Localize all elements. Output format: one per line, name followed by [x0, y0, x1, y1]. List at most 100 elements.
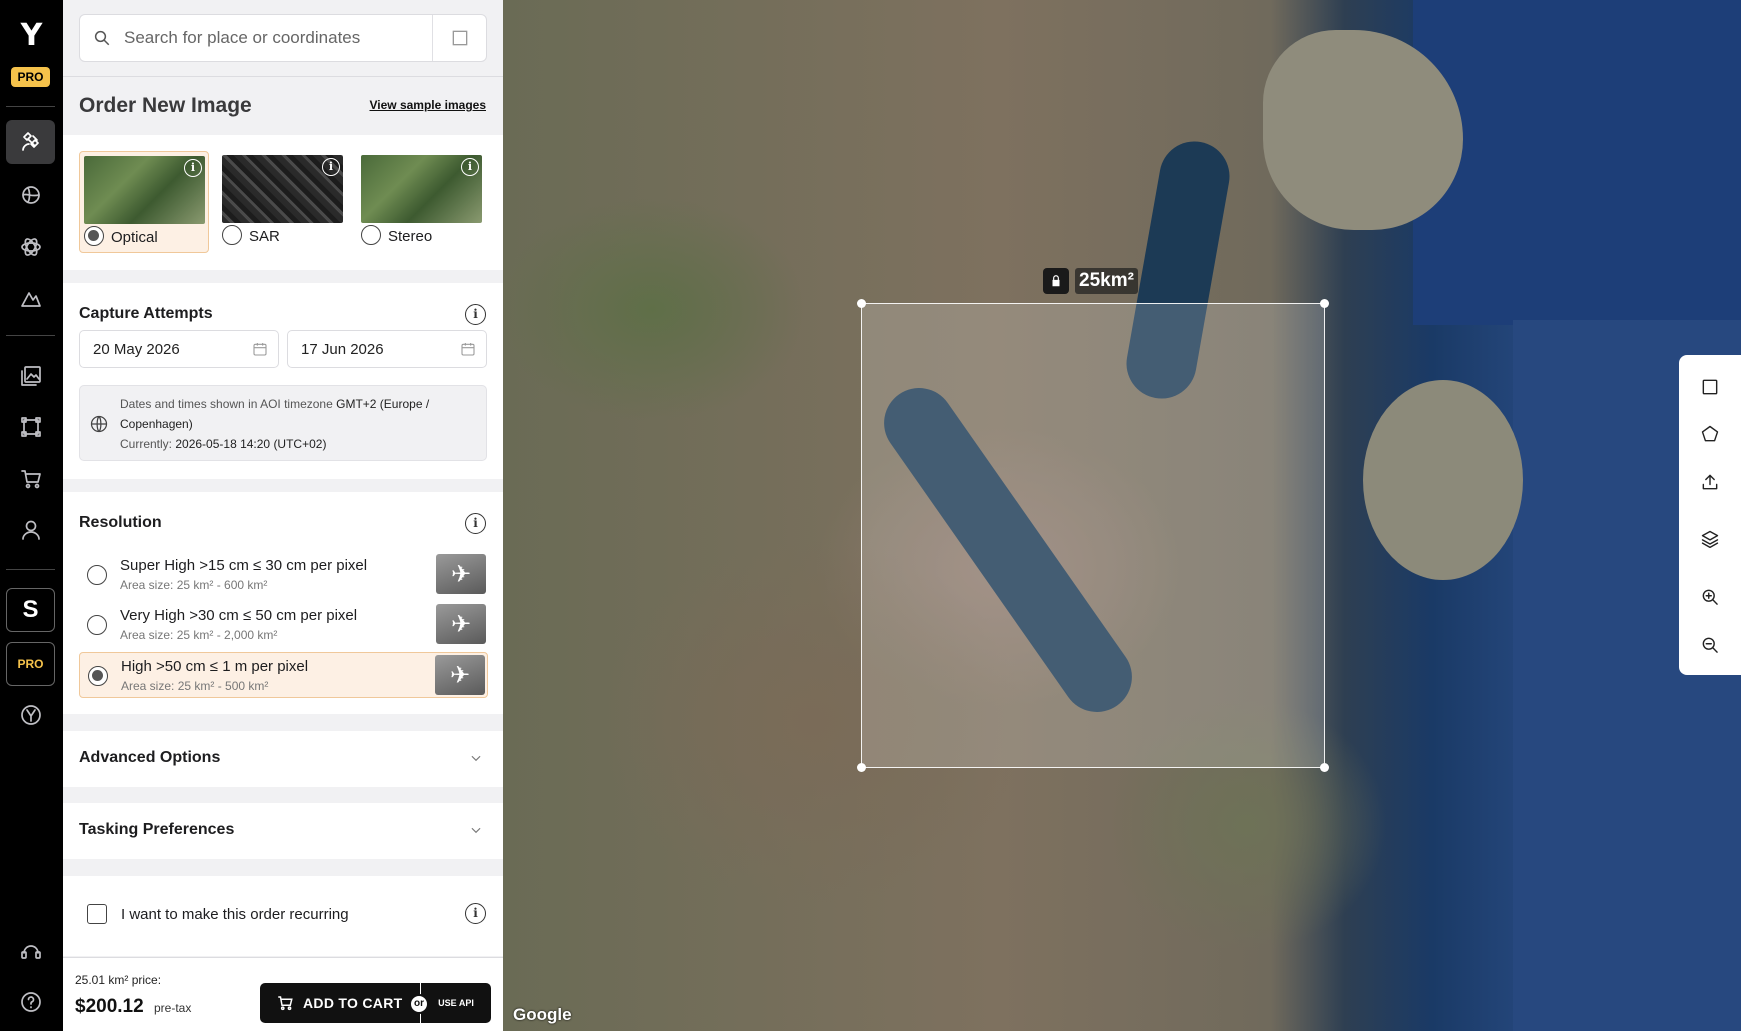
cart-icon	[20, 470, 41, 489]
info-icon[interactable]: i	[465, 304, 486, 325]
upload-aoi-button[interactable]	[1693, 465, 1727, 499]
calendar-icon	[252, 341, 268, 357]
section-title: Resolution	[79, 514, 162, 531]
image-type-label: SAR	[249, 228, 280, 245]
use-api-button[interactable]: USE API	[421, 983, 491, 1023]
draw-aoi-button[interactable]	[432, 15, 486, 61]
zoom-out-icon	[1702, 637, 1718, 653]
image-type-section: i Optical i SAR i Stereo	[63, 135, 503, 270]
info-icon[interactable]: i	[465, 903, 486, 924]
bbox-icon	[452, 30, 467, 46]
start-date-value: 20 May 2026	[93, 341, 180, 358]
rail-account[interactable]	[6, 508, 55, 552]
help-icon	[20, 992, 41, 1012]
rail-s-button[interactable]: S	[6, 588, 55, 632]
gallery-icon	[20, 366, 41, 386]
info-icon[interactable]: i	[322, 158, 340, 176]
rail-brand[interactable]	[6, 693, 55, 737]
rail-aois[interactable]	[6, 405, 55, 449]
rail-divider	[6, 106, 55, 107]
support-icon	[20, 945, 41, 959]
rail-gallery[interactable]	[6, 354, 55, 398]
resolution-option-very-high[interactable]: Very High >30 cm ≤ 50 cm per pixel Area …	[79, 602, 488, 648]
resolution-area: Area size: 25 km² - 2,000 km²	[120, 628, 278, 642]
aoi-handle[interactable]	[857, 299, 866, 308]
info-icon[interactable]: i	[461, 158, 479, 176]
timezone-note: Dates and times shown in AOI timezone GM…	[79, 385, 487, 461]
search-input[interactable]	[124, 28, 432, 48]
chevron-down-icon	[469, 751, 483, 765]
rail-analytics[interactable]	[6, 225, 55, 269]
optical-thumbnail: i	[84, 156, 205, 224]
zoom-in-button[interactable]	[1693, 580, 1727, 614]
upload-icon	[1702, 474, 1718, 490]
rail-explore[interactable]	[6, 173, 55, 217]
zoom-in-icon	[1702, 589, 1718, 605]
rail-divider	[6, 569, 55, 570]
end-date-value: 17 Jun 2026	[301, 341, 384, 358]
info-icon[interactable]: i	[465, 513, 486, 534]
rail-support[interactable]	[6, 929, 55, 973]
search-icon	[80, 29, 124, 47]
tasking-preferences-accordion[interactable]: Tasking Preferences	[63, 803, 503, 859]
chevron-down-icon	[469, 823, 483, 837]
resolution-radio[interactable]	[87, 565, 107, 585]
image-type-label: Stereo	[388, 228, 433, 245]
zoom-out-button[interactable]	[1693, 628, 1727, 662]
lock-icon[interactable]	[1043, 268, 1069, 294]
info-icon[interactable]: i	[184, 159, 202, 177]
aoi-rectangle[interactable]	[857, 299, 1329, 772]
rail-order-satellite[interactable]	[6, 120, 55, 164]
airplane-icon: ✈	[436, 554, 486, 594]
nav-rail: Y PRO S PRO	[0, 0, 63, 1031]
sar-radio[interactable]	[222, 225, 242, 245]
map-attribution: Google	[513, 1005, 572, 1024]
rail-terrain[interactable]	[6, 276, 55, 320]
draw-polygon-button[interactable]	[1693, 417, 1727, 451]
end-date-field[interactable]: 17 Jun 2026	[287, 330, 487, 368]
airplane-icon: ✈	[436, 604, 486, 644]
rail-pro-button[interactable]: PRO	[6, 642, 55, 686]
start-date-field[interactable]: 20 May 2026	[79, 330, 279, 368]
aoi-handle[interactable]	[1320, 299, 1329, 308]
add-to-cart-label: ADD TO CART	[303, 995, 403, 1011]
aoi-frame-icon	[20, 417, 41, 437]
image-type-label: Optical	[111, 229, 158, 246]
rail-cart[interactable]	[6, 457, 55, 501]
price-label: 25.01 km² price:	[75, 973, 162, 987]
aoi-handle[interactable]	[857, 763, 866, 772]
rectangle-icon	[1702, 379, 1718, 395]
recurring-checkbox[interactable]	[87, 904, 107, 924]
resolution-section: Resolution i Super High >15 cm ≤ 30 cm p…	[63, 492, 503, 714]
resolution-option-super-high[interactable]: Super High >15 cm ≤ 30 cm per pixel Area…	[79, 552, 488, 598]
land-area	[1363, 380, 1523, 580]
polygon-icon	[1701, 425, 1719, 442]
tax-note: pre-tax	[154, 1001, 192, 1015]
atom-icon	[20, 238, 41, 256]
globe-icon	[89, 414, 109, 434]
advanced-options-accordion[interactable]: Advanced Options	[63, 731, 503, 787]
rail-help[interactable]	[6, 980, 55, 1024]
resolution-radio[interactable]	[87, 615, 107, 635]
view-sample-images-link[interactable]: View sample images	[369, 98, 486, 112]
user-icon	[21, 520, 40, 540]
resolution-name: Very High >30 cm ≤ 50 cm per pixel	[120, 607, 358, 624]
optical-radio[interactable]	[84, 226, 104, 246]
satellite-map[interactable]: 25km² Google	[503, 0, 1741, 1031]
draw-rectangle-button[interactable]	[1693, 370, 1727, 404]
add-to-cart-button[interactable]: ADD TO CART	[260, 983, 420, 1023]
resolution-radio[interactable]	[88, 666, 108, 686]
image-type-optical[interactable]: i Optical	[79, 151, 209, 253]
divider	[63, 76, 503, 77]
or-badge: or	[409, 994, 429, 1014]
resolution-option-high[interactable]: High >50 cm ≤ 1 m per pixel Area size: 2…	[79, 652, 488, 698]
logo: Y	[20, 18, 43, 53]
stereo-radio[interactable]	[361, 225, 381, 245]
image-type-stereo[interactable]: i Stereo	[357, 151, 487, 253]
section-title: Capture Attempts	[79, 305, 213, 322]
rail-divider	[6, 335, 55, 336]
image-type-sar[interactable]: i SAR	[218, 151, 348, 253]
order-footer: 25.01 km² price: $200.12 pre-tax ADD TO …	[63, 957, 503, 1031]
aoi-handle[interactable]	[1320, 763, 1329, 772]
layers-button[interactable]	[1693, 522, 1727, 556]
